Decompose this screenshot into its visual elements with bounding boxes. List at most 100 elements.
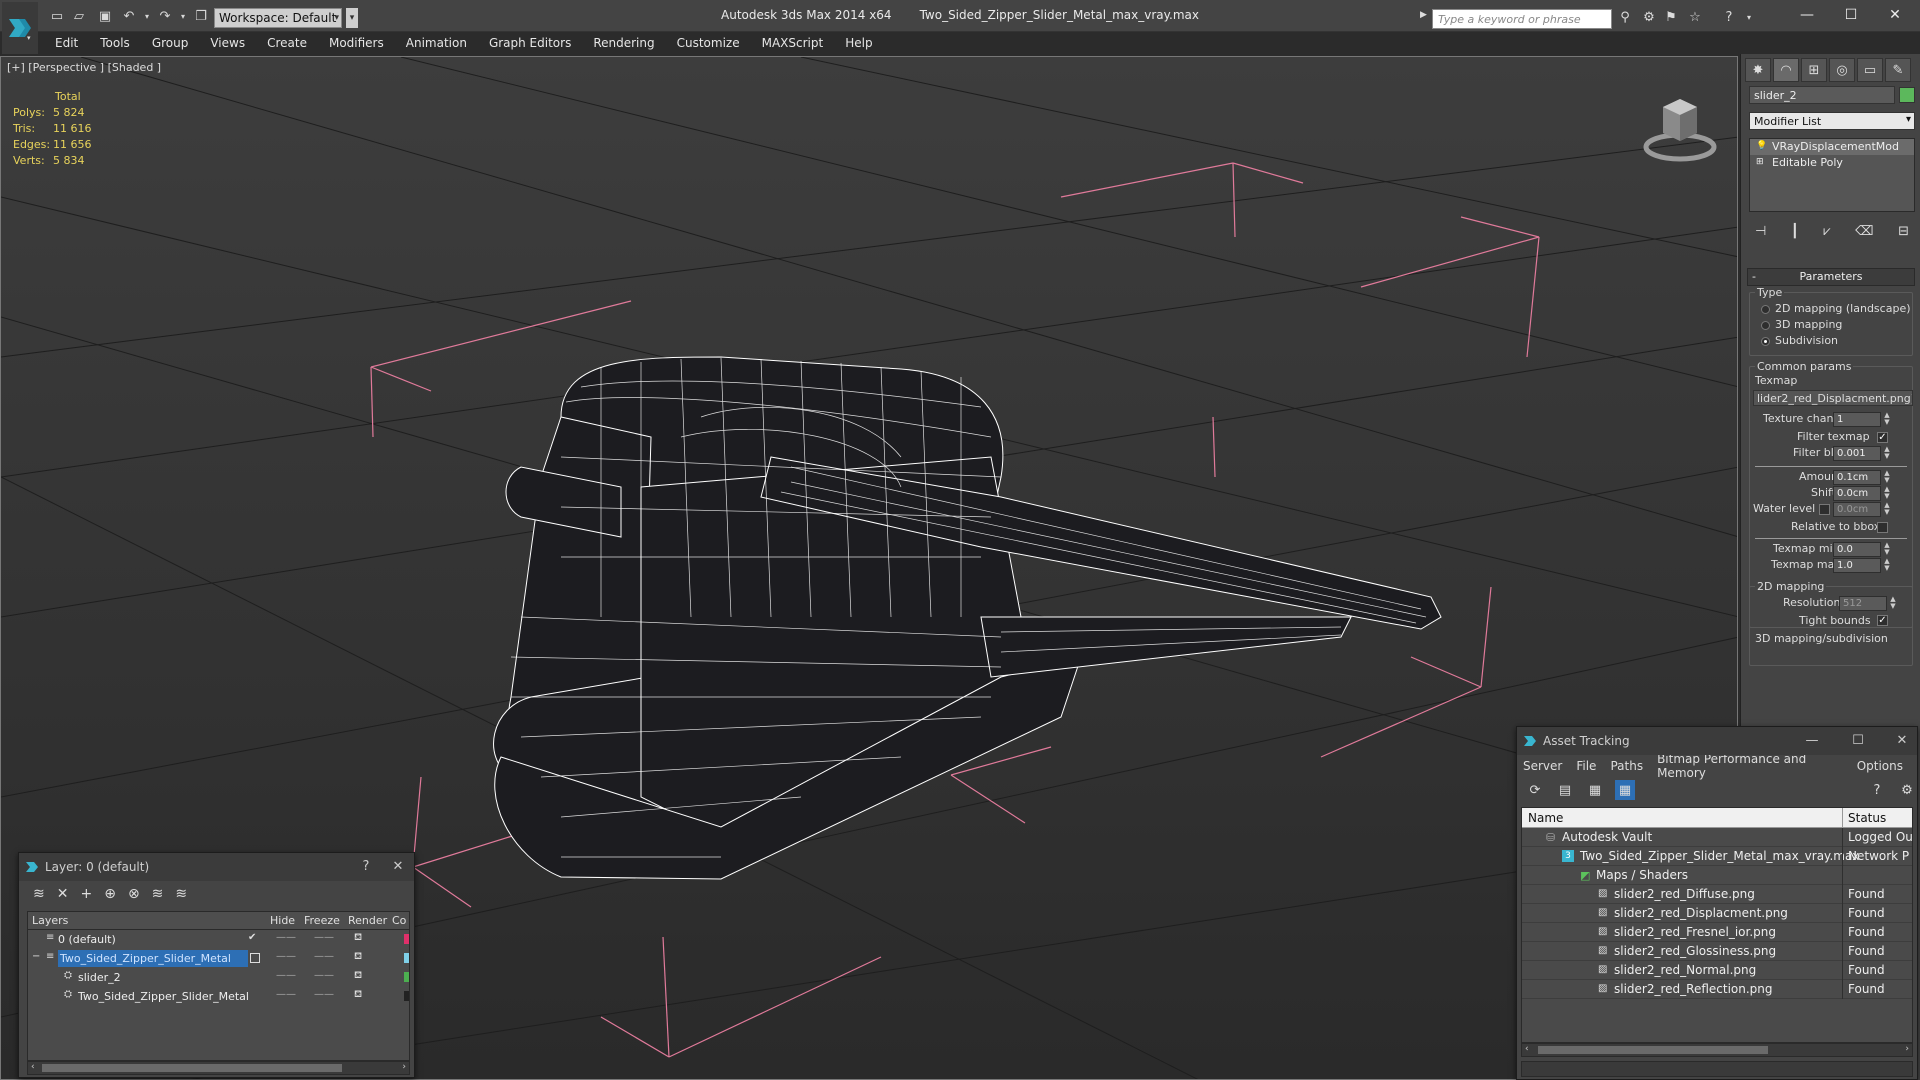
scroll-left-icon[interactable]: ‹ <box>31 1062 35 1072</box>
water-level-spinner[interactable]: 0.0cm <box>1833 502 1881 517</box>
vault-settings-icon[interactable]: ⚙ <box>1897 780 1917 800</box>
filter-texmap-checkbox[interactable]: ✓ <box>1877 432 1888 443</box>
object-name-field[interactable]: slider_2 <box>1749 86 1895 104</box>
hierarchy-tab-icon[interactable]: ⊞ <box>1801 58 1827 82</box>
relative-bbox-checkbox[interactable] <box>1877 522 1888 533</box>
maximize-button[interactable]: ☐ <box>1843 727 1873 755</box>
new-file-icon[interactable]: ▭ <box>48 7 66 25</box>
resolution-spinner[interactable]: 512 <box>1839 596 1887 611</box>
viewport-label[interactable]: [+] [Perspective ] [Shaded ] <box>7 61 161 74</box>
asset-row[interactable]: ▨ slider2_red_Reflection.png Found <box>1522 980 1912 999</box>
spinner-arrows-icon[interactable]: ▲ ▼ <box>1883 470 1891 485</box>
menu-modifiers[interactable]: Modifiers <box>318 36 395 50</box>
teapot-render-icon[interactable]: ⛾ <box>354 932 362 945</box>
layer-window-titlebar[interactable]: Layer: 0 (default) ? ✕ <box>19 853 414 881</box>
subscription-icon[interactable]: ⚙ <box>1640 9 1658 27</box>
highlight-layer-icon[interactable]: ⊗ <box>128 886 140 902</box>
col-freeze[interactable]: Freeze <box>304 914 340 927</box>
asset-horizontal-scrollbar[interactable]: ‹ › <box>1521 1043 1913 1057</box>
add-to-layer-icon[interactable]: + <box>80 886 92 902</box>
spinner-arrows-icon[interactable]: ▲ ▼ <box>1883 542 1891 557</box>
help-dropdown-icon[interactable]: ▾ <box>1740 9 1758 27</box>
modify-tab-icon[interactable]: ◠ <box>1773 58 1799 82</box>
remove-modifier-icon[interactable]: ⌫ <box>1855 224 1873 239</box>
radio-subdivision[interactable] <box>1761 337 1770 346</box>
display-tab-icon[interactable]: ▭ <box>1857 58 1883 82</box>
scroll-right-icon[interactable]: › <box>1905 1044 1909 1054</box>
spinner-arrows-icon[interactable]: ▲ ▼ <box>1883 502 1891 517</box>
menu-rendering[interactable]: Rendering <box>582 36 665 50</box>
hide-all-icon[interactable]: ≋ <box>152 886 164 902</box>
delete-layer-icon[interactable]: ✕ <box>57 886 69 902</box>
show-end-result-icon[interactable]: ┃ <box>1791 224 1799 239</box>
asset-menu-options[interactable]: Options <box>1857 759 1903 773</box>
search-expand-icon[interactable]: ▶ <box>1420 10 1427 20</box>
vault-help-icon[interactable]: ? <box>1867 780 1887 800</box>
asset-row[interactable]: ▨ slider2_red_Displacment.png Found <box>1522 904 1912 923</box>
asset-menu-bitmap-performance[interactable]: Bitmap Performance and Memory <box>1657 752 1843 780</box>
minimize-button[interactable]: — <box>1790 4 1824 26</box>
viewcube-icon[interactable] <box>1641 87 1719 167</box>
layer-row[interactable]: ≡ 0 (default) ✔ —— —— ⛾ <box>28 930 409 949</box>
menu-tools[interactable]: Tools <box>89 36 141 50</box>
minimize-button[interactable]: — <box>1797 727 1827 755</box>
col-color[interactable]: Co <box>392 914 406 927</box>
redo-icon[interactable]: ↷ <box>156 7 174 25</box>
create-tab-icon[interactable]: ✸ <box>1745 58 1771 82</box>
texmap-max-spinner[interactable]: 1.0 <box>1833 558 1881 573</box>
motion-tab-icon[interactable]: ◎ <box>1829 58 1855 82</box>
set-current-box-icon[interactable] <box>250 953 260 963</box>
layer-color-swatch[interactable] <box>404 953 409 963</box>
tight-bounds-checkbox[interactable]: ✓ <box>1877 615 1888 626</box>
communication-icon[interactable]: ⚑ <box>1662 9 1680 27</box>
col-layers[interactable]: Layers <box>32 914 68 927</box>
undo-dropdown-icon[interactable]: ▾ <box>138 7 156 25</box>
freeze-all-icon[interactable]: ≋ <box>175 886 187 902</box>
spinner-arrows-icon[interactable]: ▲ ▼ <box>1883 486 1891 501</box>
spinner-arrows-icon[interactable]: ▲ ▼ <box>1883 446 1891 461</box>
maximize-button[interactable]: ☐ <box>1834 4 1868 26</box>
active-layer-check-icon[interactable]: ✔ <box>248 932 256 943</box>
make-unique-icon[interactable]: ⩗ <box>1823 224 1830 239</box>
help-icon[interactable]: ? <box>1720 9 1738 27</box>
asset-row[interactable]: 3 Two_Sided_Zipper_Slider_Metal_max_vray… <box>1522 847 1912 866</box>
close-button[interactable]: ✕ <box>1887 727 1917 755</box>
project-folder-icon[interactable]: ❐ <box>192 7 210 25</box>
layer-horizontal-scrollbar[interactable]: ‹ › <box>27 1061 410 1075</box>
col-render[interactable]: Render <box>348 914 387 927</box>
create-layer-icon[interactable]: ≋ <box>33 886 45 902</box>
layer-color-swatch[interactable] <box>404 972 409 982</box>
layer-color-swatch[interactable] <box>404 991 409 1001</box>
parameters-rollout-header[interactable]: - Parameters <box>1747 268 1915 286</box>
asset-row[interactable]: ▨ slider2_red_Diffuse.png Found <box>1522 885 1912 904</box>
asset-menu-server[interactable]: Server <box>1523 759 1562 773</box>
col-hide[interactable]: Hide <box>270 914 295 927</box>
select-objects-icon[interactable]: ⊕ <box>104 886 116 902</box>
asset-menu-file[interactable]: File <box>1576 759 1596 773</box>
asset-row[interactable]: ▨ slider2_red_Fresnel_ior.png Found <box>1522 923 1912 942</box>
teapot-render-icon[interactable]: ⛾ <box>354 951 362 964</box>
texmap-min-spinner[interactable]: 0.0 <box>1833 542 1881 557</box>
spinner-arrows-icon[interactable]: ▲ ▼ <box>1883 412 1891 427</box>
stack-item-editable-poly[interactable]: ⊞ Editable Poly <box>1750 155 1914 171</box>
workspace-more-icon[interactable]: ▾ <box>346 8 358 28</box>
menu-group[interactable]: Group <box>141 36 200 50</box>
scroll-left-icon[interactable]: ‹ <box>1525 1044 1529 1054</box>
scrollbar-thumb[interactable] <box>42 1064 342 1072</box>
menu-views[interactable]: Views <box>199 36 256 50</box>
modifier-list-dropdown[interactable]: Modifier List ▾ <box>1749 112 1915 130</box>
help-button[interactable]: ? <box>351 853 381 881</box>
layer-row[interactable]: ⛭ slider_2 —— —— ⛾ <box>28 968 409 987</box>
refresh-icon[interactable]: ⟳ <box>1525 780 1545 800</box>
save-file-icon[interactable]: ▣ <box>96 7 114 25</box>
menu-edit[interactable]: Edit <box>44 36 89 50</box>
detail-view-icon[interactable]: ▦ <box>1585 780 1605 800</box>
texture-chan-spinner[interactable]: 1 <box>1833 412 1881 427</box>
collapse-minus-icon[interactable]: − <box>32 951 40 962</box>
radio-2d-mapping[interactable] <box>1761 305 1770 314</box>
layer-row-selected[interactable]: − ≡ Two_Sided_Zipper_Slider_Metal —— —— … <box>28 949 409 968</box>
layer-row[interactable]: ⛭ Two_Sided_Zipper_Slider_Metal —— —— ⛾ <box>28 987 409 1006</box>
teapot-render-icon[interactable]: ⛾ <box>354 970 362 983</box>
filter-blur-spinner[interactable]: 0.001 <box>1833 446 1881 461</box>
favorites-star-icon[interactable]: ☆ <box>1686 9 1704 27</box>
